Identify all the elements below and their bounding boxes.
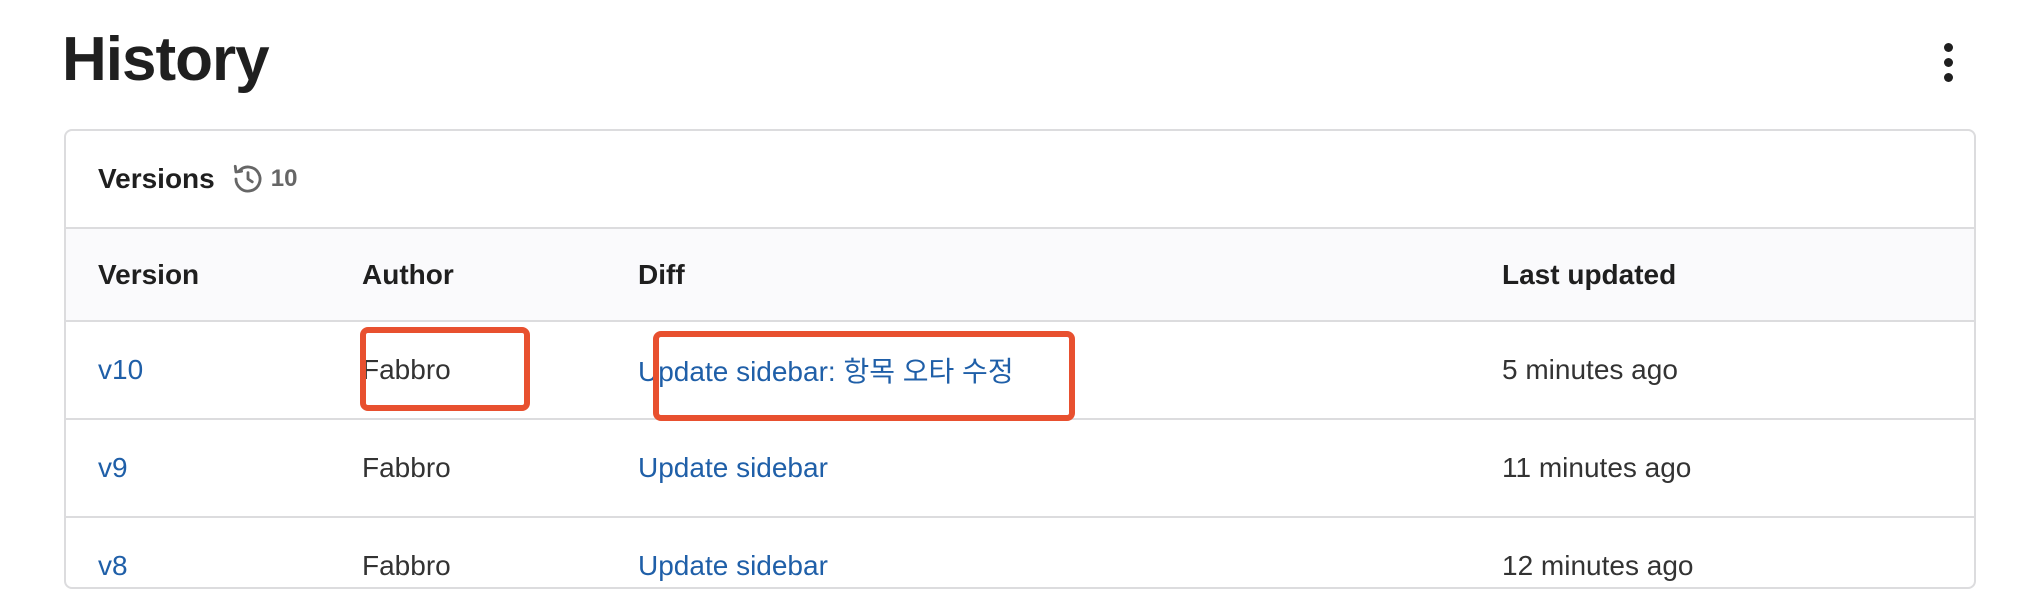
kebab-vertical-icon	[1943, 42, 1953, 52]
table-row: v9 Fabbro Update sidebar 11 minutes ago	[66, 419, 1974, 517]
updated-cell: 12 minutes ago	[1502, 550, 1694, 581]
versions-card: Versions 10 Version Author Diff Last upd…	[64, 129, 1976, 589]
author-cell: Fabbro	[362, 452, 451, 483]
history-icon	[233, 164, 262, 193]
table-header-row: Version Author Diff Last updated	[66, 229, 1974, 321]
updated-cell: 5 minutes ago	[1502, 354, 1678, 385]
author-cell: Fabbro	[362, 550, 451, 581]
version-count-badge: 10	[231, 162, 298, 196]
updated-cell: 11 minutes ago	[1502, 452, 1692, 483]
versions-card-title: Versions	[98, 163, 215, 194]
versions-card-header: Versions 10	[66, 131, 1974, 229]
version-link[interactable]: v8	[98, 550, 128, 581]
diff-link[interactable]: Update sidebar	[638, 550, 828, 581]
version-link[interactable]: v9	[98, 452, 128, 483]
column-header-last-updated: Last updated	[1502, 258, 1677, 290]
versions-table: Version Author Diff Last updated v10 Fab…	[66, 229, 1974, 587]
table-row: v8 Fabbro Update sidebar 12 minutes ago	[66, 517, 1974, 587]
more-options-button[interactable]	[1930, 36, 1966, 88]
author-cell: Fabbro	[362, 354, 451, 385]
diff-link[interactable]: Update sidebar	[638, 452, 828, 483]
column-header-author: Author	[362, 258, 454, 290]
column-header-diff: Diff	[638, 258, 685, 290]
version-link[interactable]: v10	[98, 354, 143, 385]
version-count: 10	[270, 165, 298, 192]
page-title: History	[62, 25, 270, 94]
column-header-version: Version	[98, 258, 200, 290]
diff-link[interactable]: Update sidebar: 항목 오타 수정	[638, 356, 1014, 387]
table-row: v10 Fabbro Update sidebar: 항목 오타 수정 5 mi…	[66, 321, 1974, 419]
